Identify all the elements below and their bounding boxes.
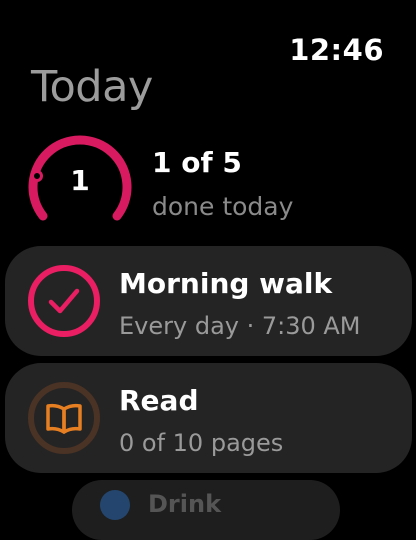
summary-headline: 1 of 5: [152, 146, 242, 179]
habit-card-morning-walk[interactable]: Morning walk Every day · 7:30 AM: [5, 246, 412, 356]
habit-progress: 0 of 10 pages: [119, 429, 284, 457]
habit-title: Drink: [148, 490, 222, 518]
water-icon: [100, 490, 130, 520]
progress-count: 1: [70, 164, 90, 197]
progress-ring-marker: [31, 170, 43, 182]
habit-card-drink[interactable]: Drink: [72, 480, 340, 540]
habit-title: Morning walk: [119, 267, 333, 300]
habit-schedule: Every day · 7:30 AM: [119, 312, 361, 340]
status-time: 12:46: [289, 33, 384, 67]
habit-title: Read: [119, 384, 199, 417]
book-icon[interactable]: [26, 380, 102, 456]
page-title: Today: [31, 62, 153, 112]
habit-card-read[interactable]: Read 0 of 10 pages: [5, 363, 412, 473]
checkmark-icon[interactable]: [26, 263, 102, 339]
summary-caption: done today: [152, 192, 294, 221]
